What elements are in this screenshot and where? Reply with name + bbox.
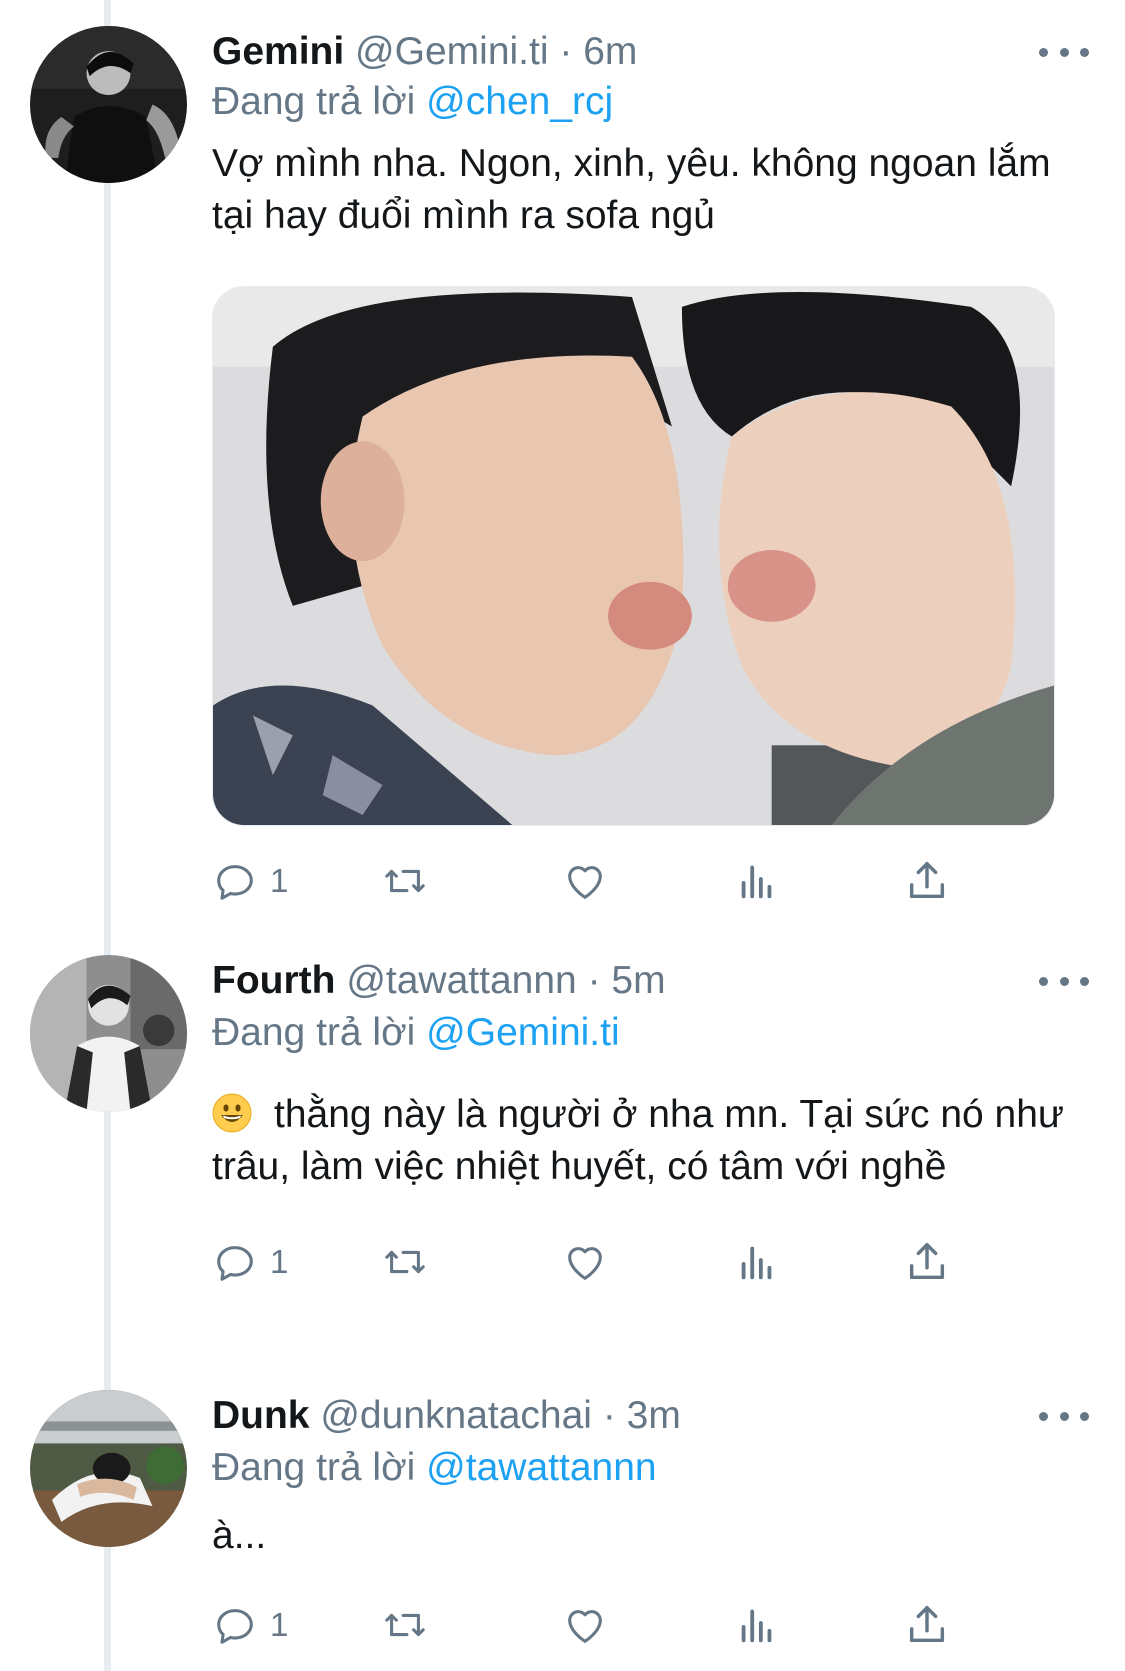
tweet-actions: 1: [212, 856, 1012, 906]
analytics-button[interactable]: [734, 1237, 780, 1287]
timestamp[interactable]: 6m: [583, 30, 637, 73]
replying-prefix: Đang trả lời: [212, 80, 416, 123]
separator-dot: ·: [559, 30, 573, 73]
reply-count: 1: [270, 1243, 289, 1280]
mention-link[interactable]: @chen_rcj: [426, 80, 613, 123]
timestamp[interactable]: 5m: [611, 959, 665, 1002]
replying-prefix: Đang trả lời: [212, 1011, 416, 1054]
share-icon: [909, 1606, 945, 1643]
analytics-icon: [741, 865, 772, 899]
share-button[interactable]: [904, 1237, 950, 1287]
replying-prefix: Đang trả lời: [212, 1446, 416, 1489]
tweet-photo[interactable]: [212, 286, 1055, 826]
like-icon: [568, 1610, 602, 1643]
more-icon[interactable]: [1039, 38, 1089, 66]
reply-button[interactable]: 1: [212, 1600, 288, 1650]
reply-icon: [217, 1246, 253, 1281]
replying-to: Đang trả lời @chen_rcj: [212, 76, 613, 128]
separator-dot: ·: [602, 1394, 616, 1437]
tweet-text: thằng này là người ở nha mn. Tại sức nó …: [212, 1093, 1065, 1188]
more-icon[interactable]: [1039, 1402, 1089, 1430]
retweet-button[interactable]: [382, 1600, 428, 1650]
reply-count: 1: [270, 862, 289, 899]
mention-link[interactable]: @tawattannn: [426, 1446, 656, 1489]
replying-to: Đang trả lời @tawattannn: [212, 1442, 657, 1494]
reply-button[interactable]: 1: [212, 1237, 288, 1287]
reply-thread: Gemini @Gemini.ti · 6m Đang trả lời @che…: [0, 0, 1125, 1671]
retweet-button[interactable]: [382, 1237, 428, 1287]
tweet-header: Fourth @tawattannn · 5m: [212, 955, 666, 1007]
tweet-text-block: thằng này là người ở nha mn. Tại sức nó …: [212, 1089, 1082, 1193]
display-name[interactable]: Fourth: [212, 959, 335, 1002]
more-icon[interactable]: [1039, 967, 1089, 995]
tweet-header: Dunk @dunknatachai · 3m: [212, 1390, 681, 1442]
tweet-actions: 1: [212, 1600, 1012, 1650]
avatar[interactable]: [30, 1390, 187, 1547]
avatar[interactable]: [30, 955, 187, 1112]
user-handle[interactable]: @Gemini.ti: [355, 30, 548, 73]
share-icon: [909, 1243, 945, 1280]
like-icon: [568, 866, 602, 899]
analytics-icon: [741, 1246, 772, 1280]
user-handle[interactable]: @dunknatachai: [320, 1394, 592, 1437]
like-button[interactable]: [562, 856, 608, 906]
analytics-button[interactable]: [734, 856, 780, 906]
retweet-icon: [385, 1250, 425, 1274]
retweet-button[interactable]: [382, 856, 428, 906]
share-button[interactable]: [904, 856, 950, 906]
retweet-icon: [385, 1613, 425, 1637]
share-button[interactable]: [904, 1600, 950, 1650]
separator-dot: ·: [587, 959, 601, 1002]
like-button[interactable]: [562, 1600, 608, 1650]
reply-icon: [217, 1609, 253, 1644]
tweet-text: à...: [212, 1514, 267, 1557]
mention-link[interactable]: @Gemini.ti: [426, 1011, 619, 1054]
grinning-emoji: [212, 1093, 252, 1133]
like-button[interactable]: [562, 1237, 608, 1287]
retweet-icon: [385, 869, 425, 893]
timestamp[interactable]: 3m: [627, 1394, 681, 1437]
like-icon: [568, 1247, 602, 1280]
tweet-text: Vợ mình nha. Ngon, xinh, yêu. không ngoa…: [212, 142, 1051, 237]
replying-to: Đang trả lời @Gemini.ti: [212, 1007, 620, 1059]
tweet-actions: 1: [212, 1237, 1012, 1287]
reply-icon: [217, 865, 253, 900]
analytics-button[interactable]: [734, 1600, 780, 1650]
reply-count: 1: [270, 1606, 289, 1643]
display-name[interactable]: Gemini: [212, 30, 344, 73]
tweet-header: Gemini @Gemini.ti · 6m: [212, 26, 637, 78]
share-icon: [909, 862, 945, 899]
display-name[interactable]: Dunk: [212, 1394, 310, 1437]
user-handle[interactable]: @tawattannn: [346, 959, 576, 1002]
avatar[interactable]: [30, 26, 187, 183]
reply-button[interactable]: 1: [212, 856, 288, 906]
analytics-icon: [741, 1609, 772, 1643]
